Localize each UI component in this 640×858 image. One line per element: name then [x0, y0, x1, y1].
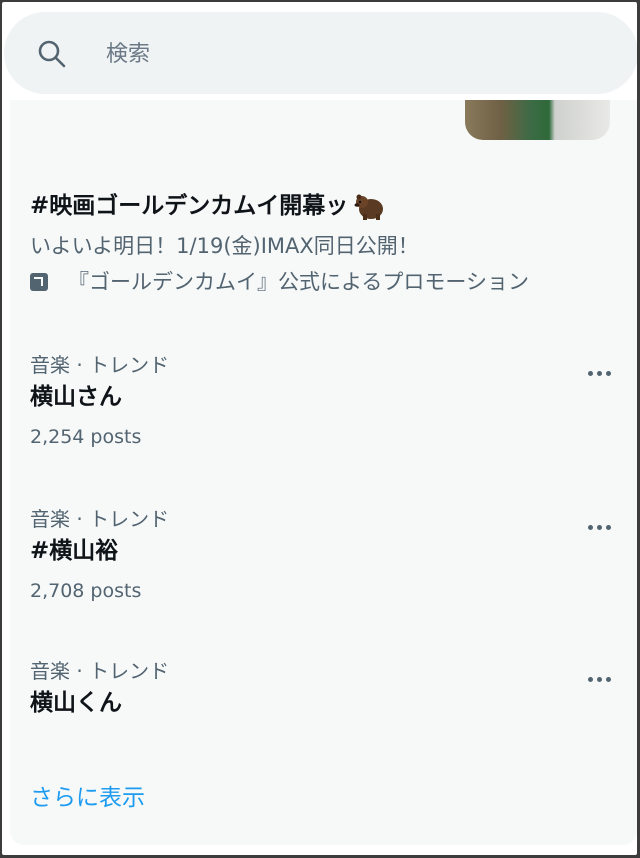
more-icon[interactable] [582, 662, 616, 696]
bear-emoji-icon [354, 194, 384, 220]
search-input[interactable] [104, 34, 588, 74]
trend-name: 横山くん [30, 690, 122, 716]
show-more-link[interactable]: さらに表示 [30, 780, 145, 816]
trend-item[interactable]: 音楽 · トレンド 横山さん 2,254 posts [30, 350, 630, 452]
trend-category: 音楽 · トレンド [30, 507, 170, 531]
promoted-trend-title: #映画ゴールデンカムイ開幕ッ [30, 193, 349, 219]
trend-name: 横山さん [30, 384, 122, 410]
trend-post-count: 2,254 posts [30, 426, 142, 448]
trend-item[interactable]: 音楽 · トレンド 横山くん [30, 656, 630, 720]
promoted-icon [30, 273, 48, 291]
sidebar-frame: #映画ゴールデンカムイ開幕ッ いよいよ明日！1/19(金)IMAX同日公開！ 『… [2, 2, 637, 855]
trend-item[interactable]: 音楽 · トレンド #横山裕 2,708 posts [30, 504, 630, 606]
trend-name: #横山裕 [30, 538, 119, 564]
more-icon[interactable] [582, 510, 616, 544]
promoted-trend[interactable]: #映画ゴールデンカムイ開幕ッ いよいよ明日！1/19(金)IMAX同日公開！ 『… [30, 188, 630, 300]
promoted-by-label: 『ゴールデンカムイ』公式によるプロモーション [68, 270, 529, 294]
promo-thumbnail[interactable] [465, 100, 610, 140]
more-icon[interactable] [582, 356, 616, 390]
trends-panel: #映画ゴールデンカムイ開幕ッ いよいよ明日！1/19(金)IMAX同日公開！ 『… [10, 100, 637, 845]
promoted-trend-title-row: #映画ゴールデンカムイ開幕ッ [30, 188, 630, 224]
trend-post-count: 2,708 posts [30, 580, 142, 602]
search-bar[interactable] [4, 12, 637, 94]
trend-category: 音楽 · トレンド [30, 353, 170, 377]
promoted-trend-description: いよいよ明日！1/19(金)IMAX同日公開！ [30, 234, 419, 258]
trend-category: 音楽 · トレンド [30, 659, 170, 683]
promoted-by: 『ゴールデンカムイ』公式によるプロモーション [30, 264, 630, 300]
search-icon [38, 40, 66, 68]
